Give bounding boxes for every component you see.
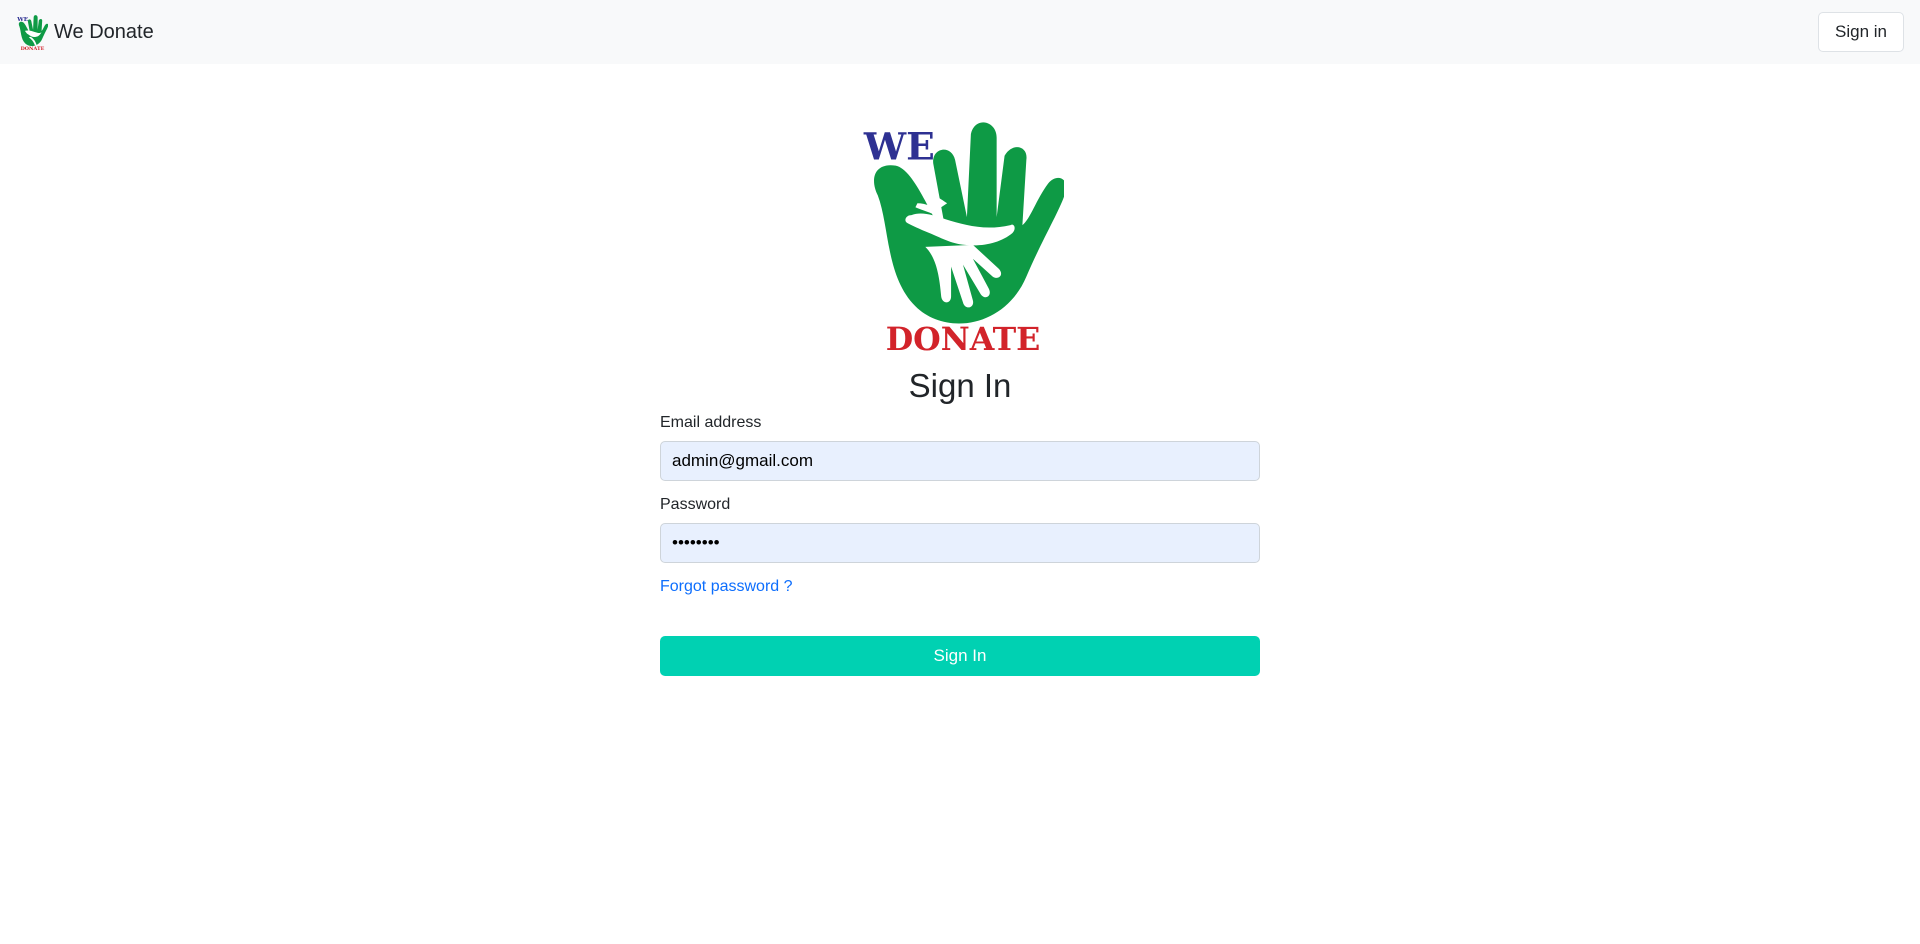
brand-name: We Donate <box>54 21 154 43</box>
svg-text:WE: WE <box>863 125 935 169</box>
svg-text:WE: WE <box>16 17 28 23</box>
sign-in-submit-button[interactable]: Sign In <box>660 636 1260 677</box>
email-label: Email address <box>660 414 762 432</box>
page-title: Sign In <box>908 367 1012 404</box>
sign-in-panel: WE DONATE Sign In Email address Password… <box>660 64 1260 677</box>
password-field[interactable] <box>660 523 1260 564</box>
we-donate-hero-logo-icon: WE DONATE <box>863 122 1064 356</box>
forgot-password-link[interactable]: Forgot password ? <box>660 578 793 596</box>
brand-link[interactable]: WE DONATE We Donate <box>16 13 154 51</box>
svg-text:DONATE: DONATE <box>21 46 45 51</box>
navbar-sign-in-button[interactable]: Sign in <box>1818 12 1904 52</box>
svg-text:DONATE: DONATE <box>886 321 1041 356</box>
password-label: Password <box>660 496 731 514</box>
sign-in-form: Email address Password Forgot password ?… <box>660 414 1260 677</box>
password-group: Password <box>660 496 1260 564</box>
email-field[interactable] <box>660 441 1260 482</box>
email-group: Email address <box>660 414 1260 482</box>
navbar: WE DONATE We Donate Sign in <box>0 0 1920 64</box>
we-donate-logo-icon: WE DONATE <box>16 15 48 51</box>
